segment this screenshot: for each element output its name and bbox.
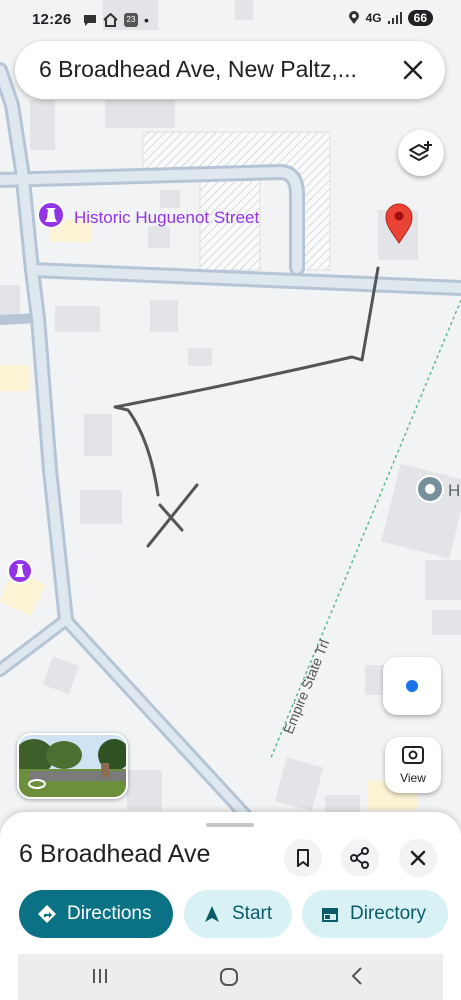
directory-label: Directory xyxy=(350,903,427,924)
recent-apps-icon[interactable] xyxy=(90,966,110,986)
back-icon[interactable] xyxy=(348,966,368,986)
chat-icon xyxy=(84,15,96,26)
network-type: 4G xyxy=(365,11,382,25)
street-view-thumbnail[interactable] xyxy=(17,733,128,799)
close-icon xyxy=(410,850,426,866)
directions-label: Directions xyxy=(67,903,152,924)
view-label: View xyxy=(400,771,426,785)
drag-handle[interactable] xyxy=(206,823,254,827)
save-button[interactable] xyxy=(284,839,322,877)
my-location-button[interactable] xyxy=(383,657,441,715)
notification-badge: 23 xyxy=(124,13,138,27)
close-icon[interactable] xyxy=(397,54,429,86)
bookmark-icon xyxy=(297,849,309,867)
status-bar: 12:26 23 • 4G 66 xyxy=(0,0,461,40)
home-icon xyxy=(103,13,118,27)
start-label: Start xyxy=(232,903,273,924)
layers-icon xyxy=(409,141,432,161)
more-dot: • xyxy=(144,12,149,28)
clock: 12:26 xyxy=(32,11,72,28)
poi-label[interactable]: Historic Huguenot Street xyxy=(74,208,259,227)
poi-generic-icon[interactable] xyxy=(416,475,444,503)
street-view-button[interactable]: View xyxy=(385,737,441,793)
directory-button[interactable]: Directory xyxy=(302,890,448,938)
store-icon xyxy=(322,908,338,922)
search-query[interactable]: 6 Broadhead Ave, New Paltz,... xyxy=(39,56,389,83)
layers-button[interactable] xyxy=(398,130,444,176)
share-button[interactable] xyxy=(341,839,379,877)
search-bar[interactable]: 6 Broadhead Ave, New Paltz,... xyxy=(15,41,445,99)
start-button[interactable]: Start xyxy=(184,890,292,938)
poi-museum-icon-small[interactable] xyxy=(7,558,33,584)
share-icon xyxy=(350,847,369,869)
battery-indicator: 66 xyxy=(407,10,433,26)
poi-museum-icon[interactable] xyxy=(37,201,65,229)
close-sheet-button[interactable] xyxy=(399,839,437,877)
system-nav-bar xyxy=(18,954,443,1000)
360-icon xyxy=(28,779,46,789)
my-location-icon xyxy=(406,680,418,692)
directions-icon xyxy=(38,905,56,923)
navigation-arrow-icon xyxy=(205,906,219,922)
camera-icon xyxy=(402,746,424,764)
place-title: 6 Broadhead Ave xyxy=(19,840,211,868)
location-status-icon xyxy=(348,11,359,24)
home-nav-icon[interactable] xyxy=(218,966,240,988)
directions-button[interactable]: Directions xyxy=(19,890,173,938)
signal-icon xyxy=(387,12,402,24)
poi-partial-label: H xyxy=(448,481,460,500)
place-sheet[interactable]: 6 Broadhead Ave Directions Start Directo… xyxy=(0,812,461,1000)
